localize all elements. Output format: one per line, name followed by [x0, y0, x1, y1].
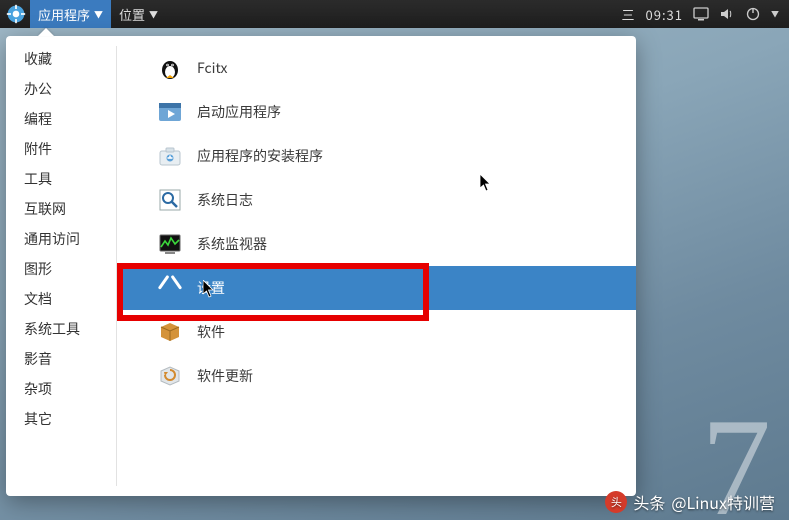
app-item-software-update[interactable]: 软件更新	[117, 354, 636, 398]
installer-icon	[157, 143, 183, 169]
category-office[interactable]: 办公	[24, 80, 104, 98]
category-multimedia[interactable]: 影音	[24, 350, 104, 368]
app-label: 软件	[197, 322, 225, 342]
category-favorites[interactable]: 收藏	[24, 50, 104, 68]
monitor-icon	[157, 231, 183, 257]
power-icon[interactable]	[745, 6, 761, 22]
update-icon	[157, 363, 183, 389]
category-accessories[interactable]: 附件	[24, 140, 104, 158]
app-item-fcitx[interactable]: Fcitx	[117, 46, 636, 90]
app-label: Fcitx	[197, 58, 228, 78]
app-label: 系统日志	[197, 190, 253, 210]
popover-arrow	[38, 28, 54, 36]
app-item-installer[interactable]: 应用程序的安装程序	[117, 134, 636, 178]
category-internet[interactable]: 互联网	[24, 200, 104, 218]
watermark: 头 头条 @Linux特训营	[605, 490, 775, 514]
places-menu-button[interactable]: 位置 ▼	[111, 0, 166, 28]
panel-clock[interactable]: 09:31	[646, 5, 683, 24]
applications-menu-label: 应用程序	[38, 5, 90, 24]
watermark-handle: @Linux特训营	[671, 490, 775, 514]
app-label: 系统监视器	[197, 234, 267, 254]
distro-icon	[6, 4, 26, 24]
penguin-icon	[157, 55, 183, 81]
applications-menu-button[interactable]: 应用程序 ▼	[30, 0, 111, 28]
panel-status-area: 三 09:31 ▼	[622, 5, 789, 24]
caret-down-icon: ▼	[149, 8, 158, 21]
caret-down-icon: ▼	[771, 9, 779, 20]
category-development[interactable]: 编程	[24, 110, 104, 128]
applications-popover: 收藏 办公 编程 附件 工具 互联网 通用访问 图形 文档 系统工具 影音 杂项…	[6, 36, 636, 496]
watermark-badge-icon: 头	[605, 491, 627, 513]
panel-weekday[interactable]: 三	[622, 5, 636, 24]
settings-icon	[157, 275, 183, 301]
app-label: 软件更新	[197, 366, 253, 386]
app-item-system-monitor[interactable]: 系统监视器	[117, 222, 636, 266]
category-list: 收藏 办公 编程 附件 工具 互联网 通用访问 图形 文档 系统工具 影音 杂项…	[6, 36, 116, 496]
application-list: Fcitx 启动应用程序 应用程序的安装程序 系统日志 系统监视器	[117, 36, 636, 496]
category-other[interactable]: 其它	[24, 410, 104, 428]
app-item-system-log[interactable]: 系统日志	[117, 178, 636, 222]
category-misc[interactable]: 杂项	[24, 380, 104, 398]
category-tools[interactable]: 工具	[24, 170, 104, 188]
watermark-prefix: 头条	[633, 490, 665, 514]
search-log-icon	[157, 187, 183, 213]
launch-apps-icon	[157, 99, 183, 125]
places-menu-label: 位置	[119, 5, 145, 24]
app-label: 设置	[197, 278, 225, 298]
category-documents[interactable]: 文档	[24, 290, 104, 308]
category-system-tools[interactable]: 系统工具	[24, 320, 104, 338]
category-graphics[interactable]: 图形	[24, 260, 104, 278]
app-item-settings[interactable]: 设置	[117, 266, 636, 310]
display-icon[interactable]	[693, 6, 709, 22]
app-item-software[interactable]: 软件	[117, 310, 636, 354]
category-universal-access[interactable]: 通用访问	[24, 230, 104, 248]
volume-icon[interactable]	[719, 6, 735, 22]
top-panel: 应用程序 ▼ 位置 ▼ 三 09:31 ▼	[0, 0, 789, 28]
software-icon	[157, 319, 183, 345]
app-label: 应用程序的安装程序	[197, 146, 323, 166]
app-item-startup-apps[interactable]: 启动应用程序	[117, 90, 636, 134]
caret-down-icon: ▼	[94, 8, 103, 21]
app-label: 启动应用程序	[197, 102, 281, 122]
